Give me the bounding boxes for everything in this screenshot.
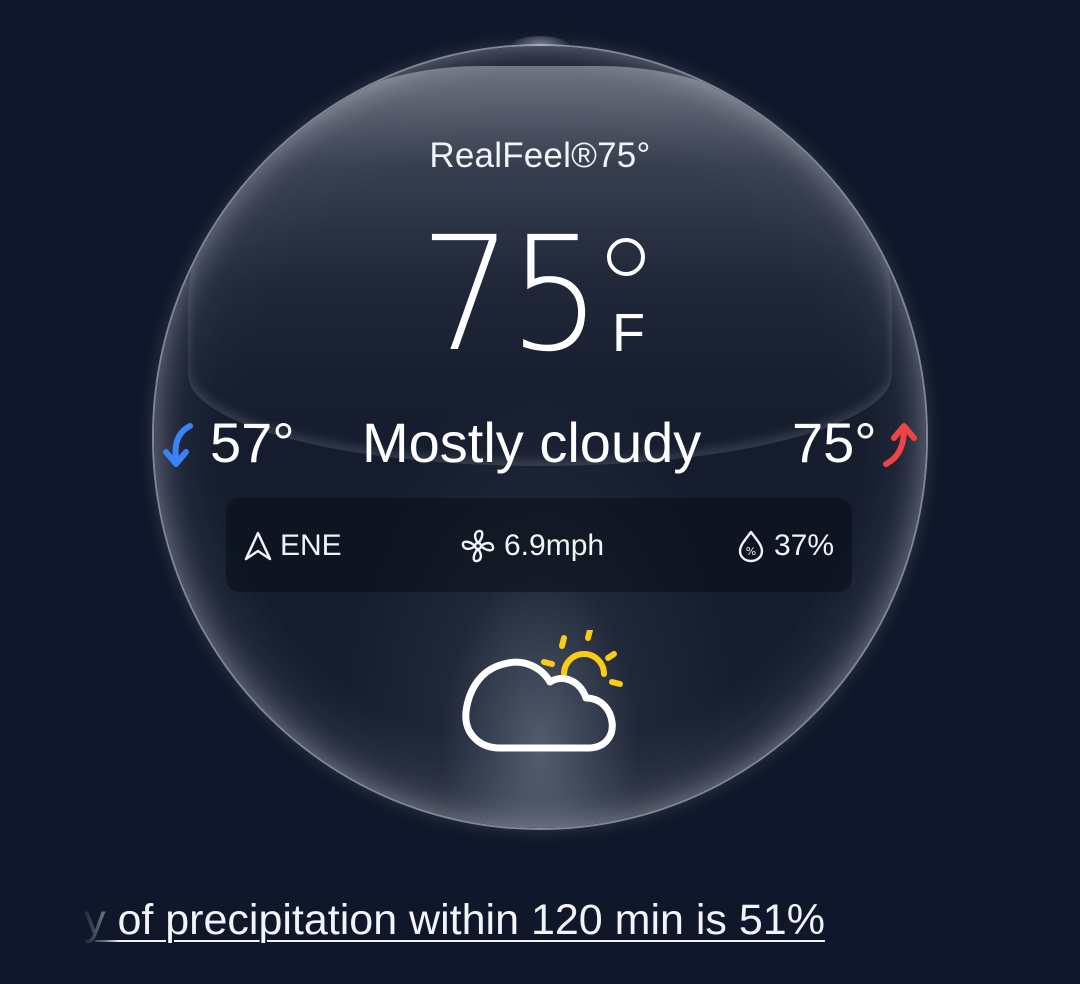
wind-speed-value: 6.9mph [504, 529, 605, 562]
weather-screen: RealFeel®75° 75 F 57° Mostly cloudy 75° … [0, 0, 1080, 984]
weather-stats-panel: ENE 6.9mph % 37% [226, 498, 852, 592]
wind-direction: ENE [244, 526, 342, 566]
temperature-unit: F [612, 303, 645, 363]
current-temperature: 75 [420, 203, 601, 387]
precipitation-link[interactable]: y of precipitation within 120 min is 51% [84, 896, 825, 945]
svg-text:%: % [746, 545, 756, 558]
marquee-fade [80, 888, 120, 958]
humidity-value: 37% [774, 529, 835, 562]
humidity-drop-icon: % [738, 530, 764, 563]
high-arrow-icon [883, 423, 917, 467]
condition-text: Mostly cloudy [362, 411, 702, 474]
wind-direction-value: ENE [280, 529, 342, 562]
low-arrow-icon [163, 423, 193, 467]
fan-icon [461, 529, 495, 563]
temperature-range-row: 57° Mostly cloudy 75° [0, 408, 1080, 474]
realfeel-label: RealFeel®75° [429, 136, 651, 175]
navigation-arrow-icon [244, 531, 272, 561]
degree-symbol [607, 238, 645, 276]
partly-cloudy-icon [462, 630, 623, 752]
low-temperature: 57° [210, 411, 295, 474]
high-temperature: 75° [792, 411, 877, 474]
wind-speed: 6.9mph [460, 526, 604, 566]
humidity: % 37% [736, 526, 834, 566]
